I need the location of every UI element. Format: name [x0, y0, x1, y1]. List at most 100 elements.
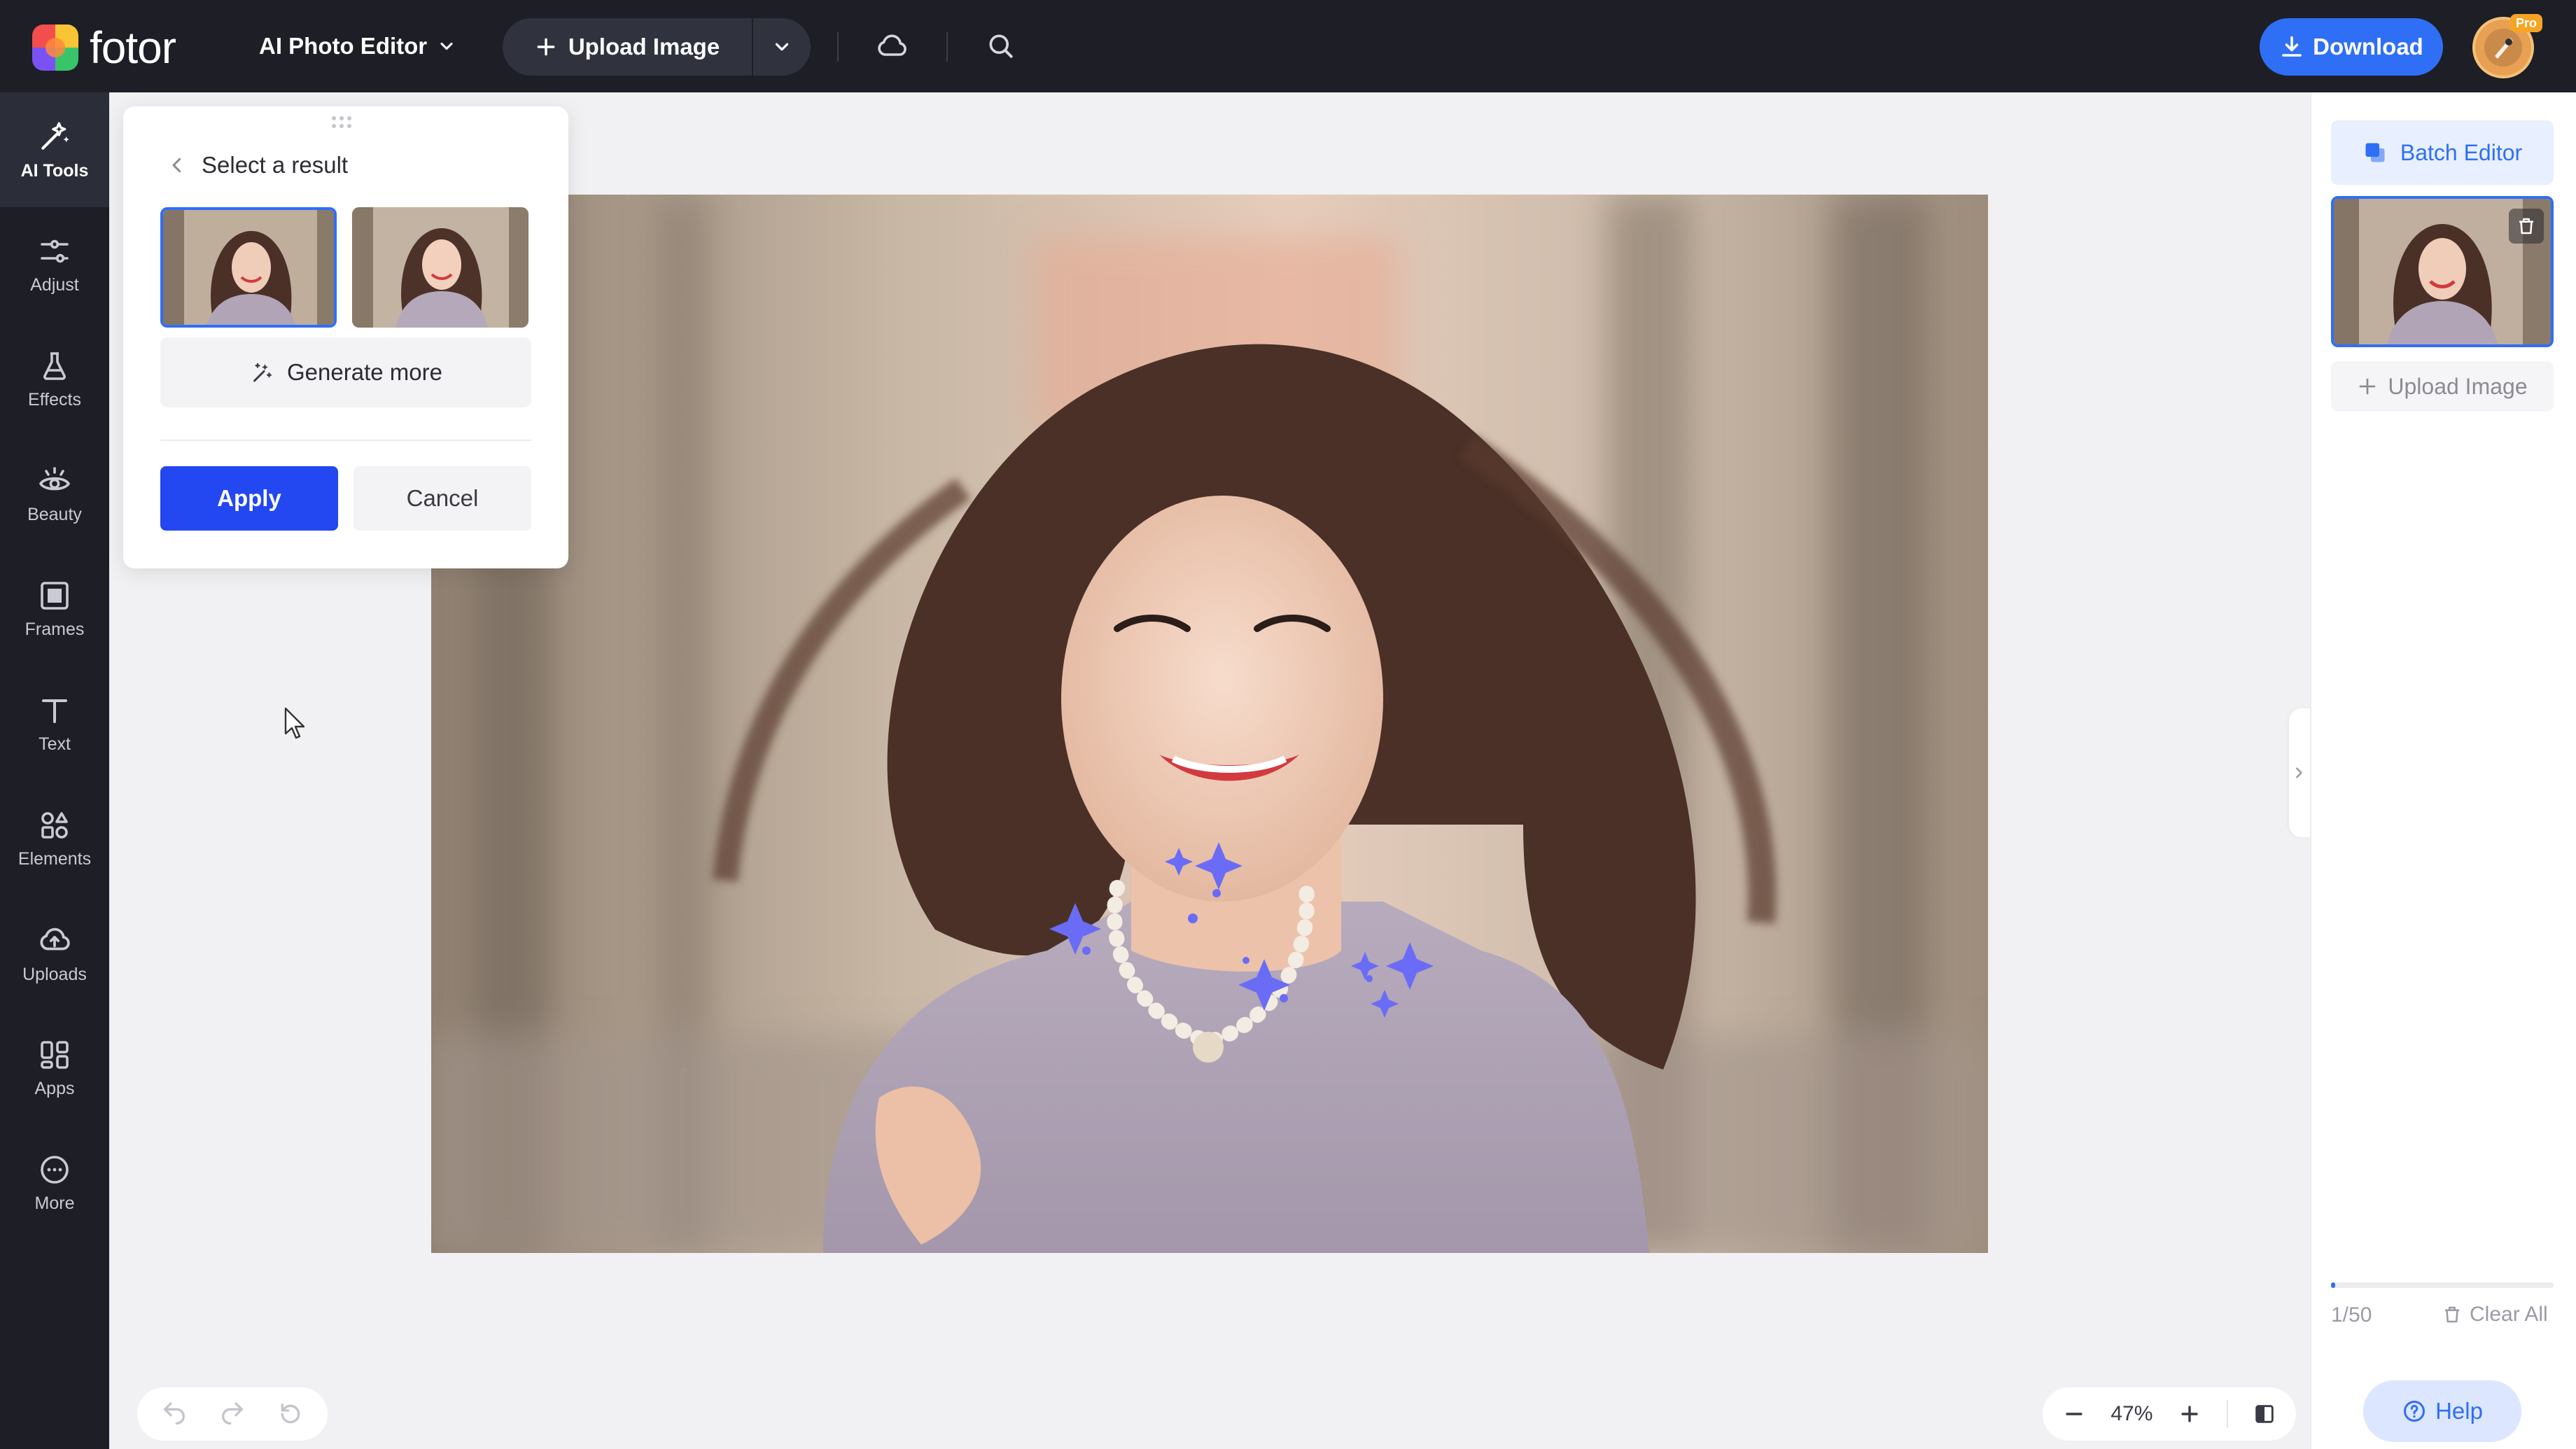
plus-icon [2181, 1406, 2198, 1422]
image-count-progress [2331, 1282, 2554, 1288]
sidebar-item-ai-tools[interactable]: AI Tools [0, 92, 109, 207]
sidebar-item-text[interactable]: Text [0, 666, 109, 781]
reset-icon [281, 1404, 300, 1424]
sidebar-item-more[interactable]: More [0, 1126, 109, 1240]
upload-image-label: Upload Image [568, 34, 720, 59]
ai-tools-icon [37, 119, 72, 154]
cancel-button[interactable]: Cancel [354, 466, 531, 531]
sidebar-item-apps[interactable]: Apps [0, 1011, 109, 1126]
toolbar-divider [837, 32, 839, 62]
popup-header: Select a result [167, 147, 348, 183]
generate-more-button[interactable]: Generate more [160, 337, 531, 407]
redo-button[interactable] [218, 1400, 246, 1428]
back-button[interactable] [167, 155, 188, 176]
popup-divider [160, 440, 531, 441]
batch-editor-button[interactable]: Batch Editor [2331, 120, 2554, 185]
result-thumbnail-1[interactable] [160, 207, 337, 328]
canvas-photo[interactable] [431, 195, 1988, 1253]
search-button[interactable] [979, 24, 1023, 69]
sliders-icon [38, 234, 71, 268]
mouse-cursor-icon [284, 707, 308, 741]
chevron-right-icon [2296, 767, 2302, 778]
chevron-down-icon [771, 36, 792, 57]
sidebar-item-effects[interactable]: Effects [0, 322, 109, 437]
zoom-level[interactable]: 47% [2110, 1402, 2152, 1426]
fotor-logo-icon [32, 24, 78, 71]
portrait-photo [431, 195, 1988, 1253]
fotor-logo[interactable]: fotor [32, 22, 221, 73]
batch-editor-icon [2362, 140, 2388, 165]
image-count: 1/50 [2331, 1303, 2372, 1326]
cloud-upload-icon [37, 923, 72, 958]
drag-handle[interactable] [332, 116, 351, 128]
result-image [352, 207, 528, 328]
batch-editor-label: Batch Editor [2400, 139, 2523, 165]
sidebar-item-beauty[interactable]: Beauty [0, 437, 109, 552]
left-sidebar: AI Tools Adjust Effects Beauty Frames Te… [0, 92, 109, 1449]
clear-all-button[interactable]: Clear All [2442, 1299, 2548, 1330]
zoom-divider [2226, 1400, 2228, 1428]
help-icon [2402, 1399, 2427, 1424]
sidebar-item-label: Apps [34, 1078, 75, 1098]
zoom-out-button[interactable] [2062, 1402, 2086, 1426]
reset-button[interactable] [276, 1400, 304, 1428]
cloud-icon [875, 29, 909, 63]
trash-icon [2442, 1304, 2463, 1325]
popup-title: Select a result [202, 152, 349, 178]
brand-name: fotor [90, 22, 176, 73]
zoom-in-button[interactable] [2178, 1402, 2202, 1426]
help-button[interactable]: Help [2363, 1380, 2521, 1442]
panel-upload-image-button[interactable]: Upload Image [2331, 361, 2554, 412]
flask-icon [38, 349, 71, 383]
eye-icon [38, 464, 71, 498]
sidebar-item-label: AI Tools [20, 160, 89, 181]
redo-icon [221, 1402, 243, 1424]
delete-image-button[interactable] [2509, 209, 2544, 244]
chevron-left-icon [172, 158, 181, 173]
upload-image-group: Upload Image [503, 18, 811, 76]
clear-all-label: Clear All [2470, 1303, 2548, 1326]
undo-button[interactable] [160, 1400, 188, 1428]
minus-icon [2066, 1413, 2082, 1415]
compare-button[interactable] [2253, 1402, 2276, 1426]
result-thumbnail-2[interactable] [352, 207, 528, 328]
upload-image-button[interactable]: Upload Image [503, 18, 752, 76]
editor-menu-dropdown[interactable]: AI Photo Editor [259, 27, 456, 66]
result-image [163, 210, 334, 325]
sidebar-item-adjust[interactable]: Adjust [0, 207, 109, 322]
shapes-icon [38, 808, 71, 842]
zoom-controls: 47% [2043, 1387, 2296, 1441]
select-result-popup: Select a result Generate more Apply Canc… [123, 106, 568, 568]
sidebar-item-label: Frames [24, 619, 85, 639]
panel-upload-image-label: Upload Image [2388, 373, 2528, 399]
pro-badge: Pro [2510, 14, 2542, 32]
download-button[interactable]: Download [2260, 18, 2443, 76]
plus-icon [535, 36, 557, 58]
sidebar-item-elements[interactable]: Elements [0, 781, 109, 896]
search-icon [986, 31, 1016, 62]
help-label: Help [2435, 1398, 2483, 1424]
apply-button[interactable]: Apply [160, 466, 338, 531]
compare-icon [2255, 1405, 2274, 1423]
cloud-save-button[interactable] [869, 24, 914, 69]
upload-options-button[interactable] [753, 18, 811, 76]
text-icon [38, 694, 71, 727]
sidebar-item-label: Adjust [30, 274, 79, 295]
download-icon [2279, 34, 2304, 59]
sidebar-item-uploads[interactable]: Uploads [0, 896, 109, 1011]
plus-icon [2357, 376, 2378, 397]
history-controls [137, 1387, 328, 1441]
avatar-image [2484, 29, 2522, 66]
trash-icon [2519, 218, 2533, 234]
sidebar-item-label: More [34, 1193, 75, 1213]
sidebar-item-label: Uploads [22, 964, 87, 984]
collapse-panel-button[interactable] [2289, 708, 2310, 837]
undo-icon [164, 1402, 186, 1424]
progress-fill [2331, 1282, 2336, 1288]
sidebar-item-frames[interactable]: Frames [0, 552, 109, 666]
sidebar-item-label: Beauty [27, 504, 82, 524]
download-label: Download [2313, 34, 2423, 59]
sidebar-item-label: Effects [28, 389, 81, 410]
chevron-down-icon [437, 36, 456, 56]
frame-icon [38, 579, 71, 612]
